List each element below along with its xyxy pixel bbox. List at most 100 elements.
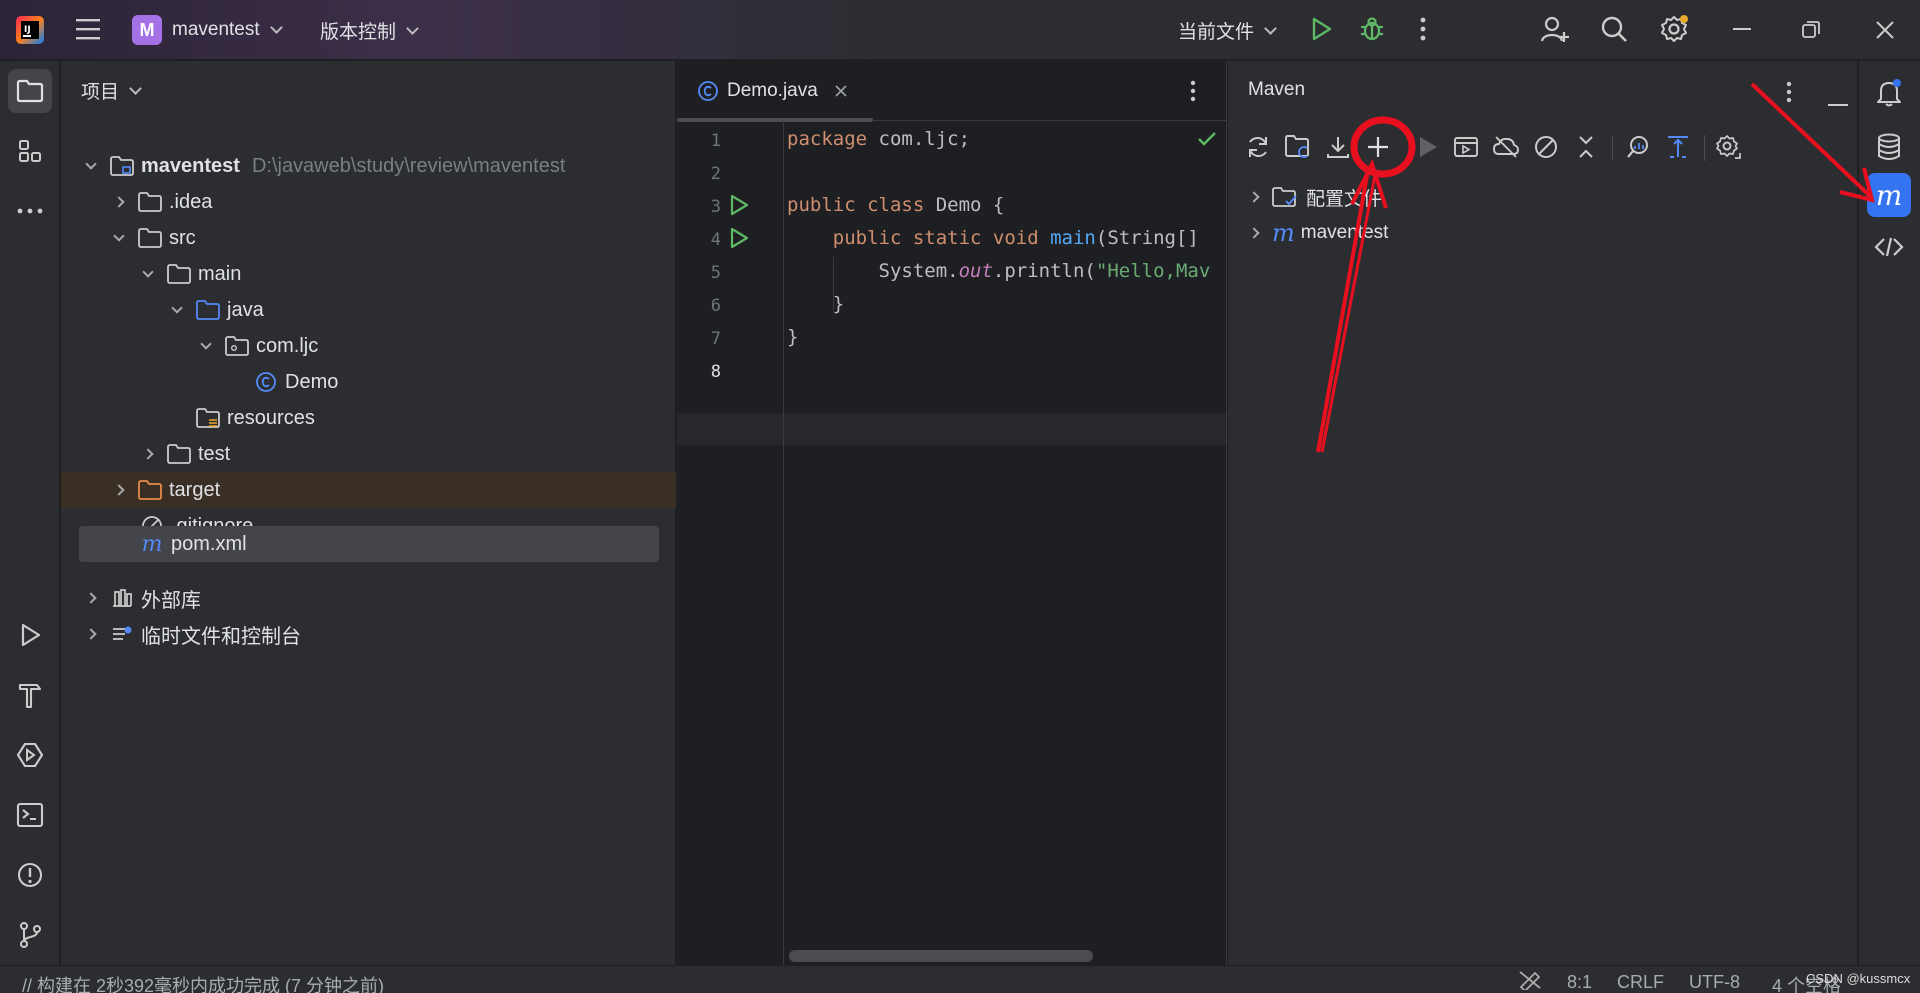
show-dependencies-icon[interactable]: [1662, 131, 1694, 163]
tree-item-pom[interactable]: m pom.xml: [79, 526, 659, 562]
tree-item-idea[interactable]: .idea: [61, 184, 676, 220]
chevron-down-icon[interactable]: [140, 266, 156, 282]
vcs-menu[interactable]: 版本控制: [320, 17, 419, 44]
run-tool-button[interactable]: [8, 613, 52, 657]
tree-label: src: [169, 226, 196, 249]
bug-icon: [1361, 17, 1383, 41]
tree-item-main[interactable]: main: [61, 256, 676, 292]
run-main-icon[interactable]: [729, 227, 749, 255]
endpoints-button[interactable]: [1867, 225, 1911, 269]
tree-item-package[interactable]: com.ljc: [61, 328, 676, 364]
line-separator[interactable]: CRLF: [1617, 972, 1664, 993]
run-icon: [21, 623, 41, 647]
run-maven-build-icon[interactable]: [1412, 131, 1444, 163]
chevron-right-icon[interactable]: [1246, 191, 1262, 203]
scratches-icon: [109, 623, 135, 645]
maven-tree-profiles[interactable]: 配置文件: [1246, 180, 1382, 214]
download-sources-icon[interactable]: [1322, 131, 1354, 163]
more-tools-icon[interactable]: [8, 189, 52, 233]
file-encoding[interactable]: UTF-8: [1689, 972, 1740, 993]
hide-panel-icon[interactable]: [1828, 91, 1848, 113]
services-tool-button[interactable]: [8, 733, 52, 777]
line-number-current: 8: [710, 362, 721, 382]
run-button[interactable]: [1308, 16, 1334, 42]
chevron-right-icon[interactable]: [83, 626, 99, 642]
chevron-down-icon[interactable]: [169, 302, 185, 318]
tree-item-resources[interactable]: resources: [61, 400, 676, 436]
chevron-down-icon[interactable]: [198, 338, 214, 354]
horizontal-scrollbar[interactable]: [789, 950, 1093, 962]
project-selector[interactable]: M maventest: [132, 15, 283, 45]
git-tool-button[interactable]: [8, 913, 52, 957]
project-tool-button[interactable]: [8, 69, 52, 113]
notifications-button[interactable]: [1867, 71, 1911, 115]
collapse-all-icon[interactable]: [1570, 131, 1602, 163]
code-line-3[interactable]: public class Demo {: [787, 194, 1004, 216]
chevron-right-icon[interactable]: [111, 194, 127, 210]
chevron-right-icon[interactable]: [1246, 227, 1262, 239]
java-class-icon: [697, 80, 719, 102]
code-line-5[interactable]: System.out.println("Hello,Mav: [787, 260, 1211, 282]
generate-sources-icon[interactable]: [1282, 131, 1314, 163]
tab-demo-java[interactable]: Demo.java: [677, 61, 873, 122]
tab-options-icon[interactable]: [1189, 80, 1197, 108]
skip-tests-icon[interactable]: [1530, 131, 1562, 163]
main-menu-icon[interactable]: [74, 16, 102, 42]
maven-options-icon[interactable]: [1785, 81, 1793, 109]
tree-item-demo[interactable]: Demo: [61, 364, 676, 400]
problems-tool-button[interactable]: [8, 853, 52, 897]
search-icon[interactable]: [1600, 15, 1628, 43]
status-message[interactable]: // 构建在 2秒392毫秒内成功完成 (7 分钟之前): [22, 972, 384, 993]
maven-tree-project[interactable]: m maventest: [1246, 216, 1388, 250]
app-logo-icon[interactable]: IJ: [14, 14, 46, 46]
analyze-dependencies-icon[interactable]: [1622, 131, 1654, 163]
debug-button[interactable]: [1358, 15, 1386, 43]
chevron-right-icon[interactable]: [140, 446, 156, 462]
project-panel: 项目 maventest D:\javaweb\study\review\mav…: [61, 61, 676, 965]
tree-item-test[interactable]: test: [61, 436, 676, 472]
offline-mode-icon[interactable]: [1490, 131, 1522, 163]
watermark: CSDN @kussmcx: [1806, 971, 1911, 986]
tree-item-java[interactable]: java: [61, 292, 676, 328]
code-line-7[interactable]: }: [787, 326, 798, 348]
tree-path: D:\javaweb\study\review\maventest: [251, 154, 566, 177]
terminal-tool-button[interactable]: [8, 793, 52, 837]
chevron-down-icon[interactable]: [111, 230, 127, 246]
add-maven-project-icon[interactable]: [1362, 131, 1394, 163]
tree-item-scratches[interactable]: 临时文件和控制台: [61, 616, 676, 652]
chevron-down-icon: [129, 81, 142, 95]
chevron-right-icon[interactable]: [83, 590, 99, 606]
chevron-down-icon[interactable]: [83, 158, 99, 174]
restore-window-icon[interactable]: [1802, 21, 1820, 39]
inspection-ok-icon[interactable]: [1197, 131, 1217, 153]
maven-settings-icon[interactable]: [1712, 131, 1744, 163]
run-class-icon[interactable]: [729, 194, 749, 222]
close-window-icon[interactable]: [1875, 20, 1895, 40]
tree-item-src[interactable]: src: [61, 220, 676, 256]
settings-gear-icon[interactable]: [1659, 14, 1689, 44]
code-line-1[interactable]: package com.ljc;: [787, 128, 970, 150]
tree-item-target[interactable]: target: [61, 472, 676, 508]
read-only-toggle-icon[interactable]: [1518, 970, 1542, 993]
tree-item-maventest[interactable]: maventest D:\javaweb\study\review\mavent…: [61, 148, 676, 184]
code-line-6[interactable]: }: [787, 293, 844, 315]
reload-all-icon[interactable]: [1242, 131, 1274, 163]
execute-goal-icon[interactable]: [1450, 131, 1482, 163]
maven-tool-button[interactable]: m: [1867, 173, 1911, 217]
project-name: maventest: [172, 19, 260, 40]
chevron-right-icon[interactable]: [111, 482, 127, 498]
build-tool-button[interactable]: [8, 673, 52, 717]
tree-label: java: [227, 298, 264, 321]
close-tab-icon[interactable]: [834, 84, 848, 98]
run-config-selector[interactable]: 当前文件: [1178, 17, 1277, 44]
more-actions-icon[interactable]: [1418, 16, 1428, 42]
minimize-window-icon[interactable]: [1733, 28, 1751, 32]
caret-position[interactable]: 8:1: [1567, 972, 1592, 993]
structure-tool-button[interactable]: [8, 129, 52, 173]
tree-item-external-libraries[interactable]: 外部库: [61, 580, 676, 616]
project-panel-header[interactable]: 项目: [81, 77, 142, 104]
library-icon: [109, 587, 135, 609]
code-line-4[interactable]: public static void main(String[]: [787, 227, 1199, 249]
add-user-icon[interactable]: [1540, 14, 1570, 44]
database-button[interactable]: [1867, 125, 1911, 169]
